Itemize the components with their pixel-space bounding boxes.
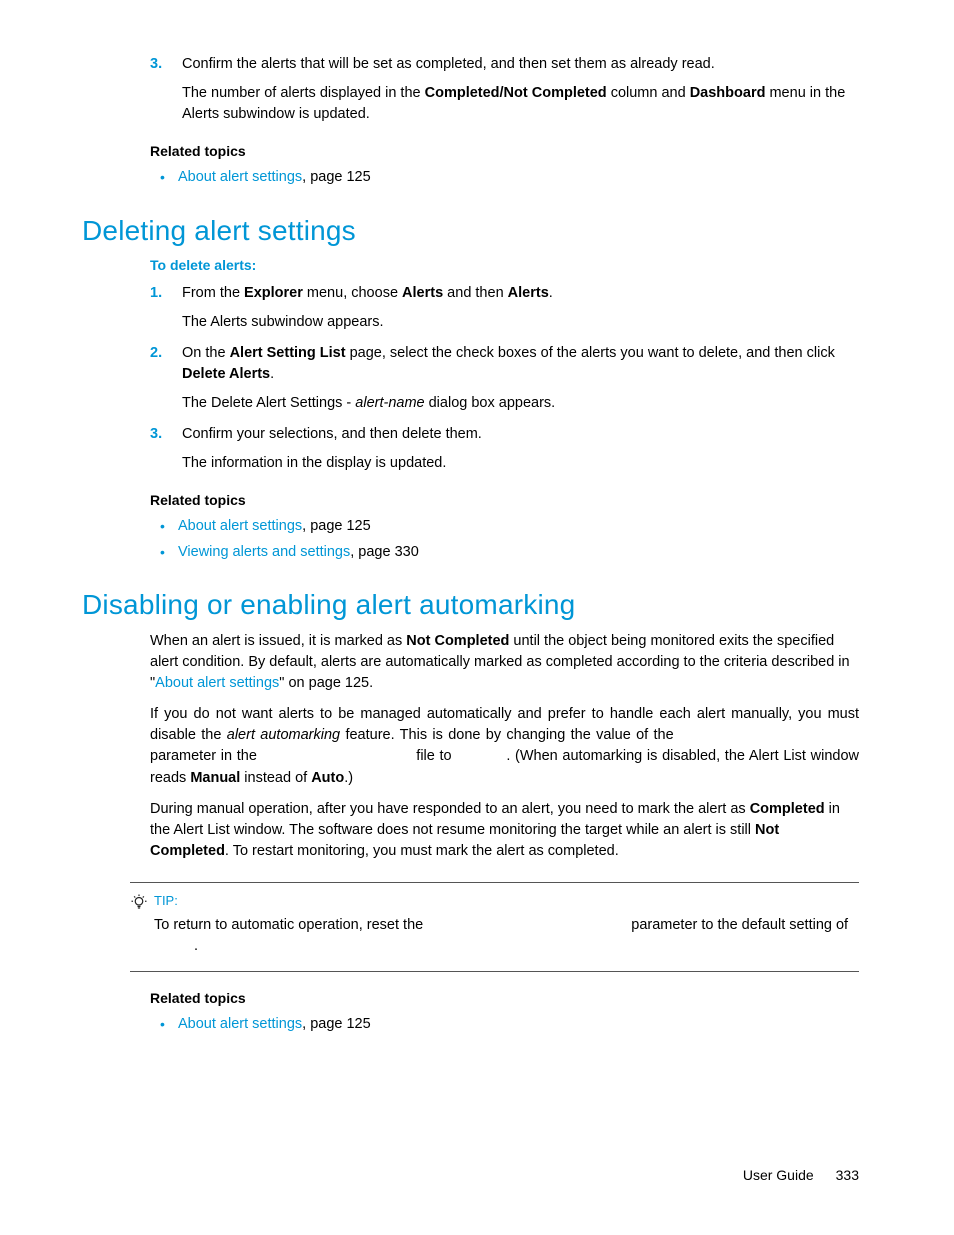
step-number: 1. xyxy=(150,283,162,304)
disabling-content: When an alert is issued, it is marked as… xyxy=(150,631,859,1035)
paragraph: If you do not want alerts to be managed … xyxy=(150,704,859,788)
tip-label: TIP: xyxy=(154,893,178,908)
step-number: 3. xyxy=(150,424,162,445)
related-topics-list: About alert settings, page 125 xyxy=(150,167,859,189)
lightbulb-icon xyxy=(130,893,150,915)
heading-deleting-alert-settings: Deleting alert settings xyxy=(82,215,859,247)
procedure-heading: To delete alerts: xyxy=(150,257,859,273)
delete-step-2: 2. On the Alert Setting List page, selec… xyxy=(150,343,859,414)
related-topic-item: About alert settings, page 125 xyxy=(150,516,859,538)
related-topic-item: About alert settings, page 125 xyxy=(150,167,859,189)
step-text: Confirm the alerts that will be set as c… xyxy=(182,56,715,72)
related-topics-heading: Related topics xyxy=(150,492,859,508)
delete-step-3: 3. Confirm your selections, and then del… xyxy=(150,424,859,474)
step-number: 2. xyxy=(150,343,162,364)
link-viewing-alerts[interactable]: Viewing alerts and settings xyxy=(178,544,350,560)
step-text: On the Alert Setting List page, select t… xyxy=(182,345,835,382)
page-number: 333 xyxy=(836,1167,859,1183)
step-sub: The Alerts subwindow appears. xyxy=(182,312,859,333)
step-sub: The number of alerts displayed in the Co… xyxy=(182,83,859,125)
related-topics-heading: Related topics xyxy=(150,990,859,1006)
tip-text: To return to automatic operation, reset … xyxy=(154,915,859,957)
deleting-content: To delete alerts: 1. From the Explorer m… xyxy=(150,257,859,564)
footer-label: User Guide xyxy=(743,1167,814,1183)
link-about-alert-settings[interactable]: About alert settings xyxy=(155,675,279,691)
step-sub: The Delete Alert Settings - alert-name d… xyxy=(182,393,859,414)
heading-disabling-automarking: Disabling or enabling alert automarking xyxy=(82,589,859,621)
related-topics-list: About alert settings, page 125 Viewing a… xyxy=(150,516,859,564)
step-3-top: 3. Confirm the alerts that will be set a… xyxy=(150,54,859,125)
related-topic-item: Viewing alerts and settings, page 330 xyxy=(150,542,859,564)
page: 3. Confirm the alerts that will be set a… xyxy=(0,0,954,1235)
link-about-alert-settings[interactable]: About alert settings xyxy=(178,518,302,534)
related-topic-item: About alert settings, page 125 xyxy=(150,1014,859,1036)
paragraph: When an alert is issued, it is marked as… xyxy=(150,631,859,694)
link-about-alert-settings[interactable]: About alert settings xyxy=(178,169,302,185)
step-number: 3. xyxy=(150,54,162,75)
step-text: Confirm your selections, and then delete… xyxy=(182,426,482,442)
tip-box: TIP: To return to automatic operation, r… xyxy=(130,882,859,972)
related-topics-heading: Related topics xyxy=(150,143,859,159)
step-text: From the Explorer menu, choose Alerts an… xyxy=(182,285,553,301)
link-about-alert-settings[interactable]: About alert settings xyxy=(178,1016,302,1032)
step-sub: The information in the display is update… xyxy=(182,453,859,474)
top-continuation: 3. Confirm the alerts that will be set a… xyxy=(150,54,859,189)
delete-step-1: 1. From the Explorer menu, choose Alerts… xyxy=(150,283,859,333)
related-topics-list: About alert settings, page 125 xyxy=(150,1014,859,1036)
paragraph: During manual operation, after you have … xyxy=(150,799,859,862)
page-footer: User Guide 333 xyxy=(743,1167,859,1183)
